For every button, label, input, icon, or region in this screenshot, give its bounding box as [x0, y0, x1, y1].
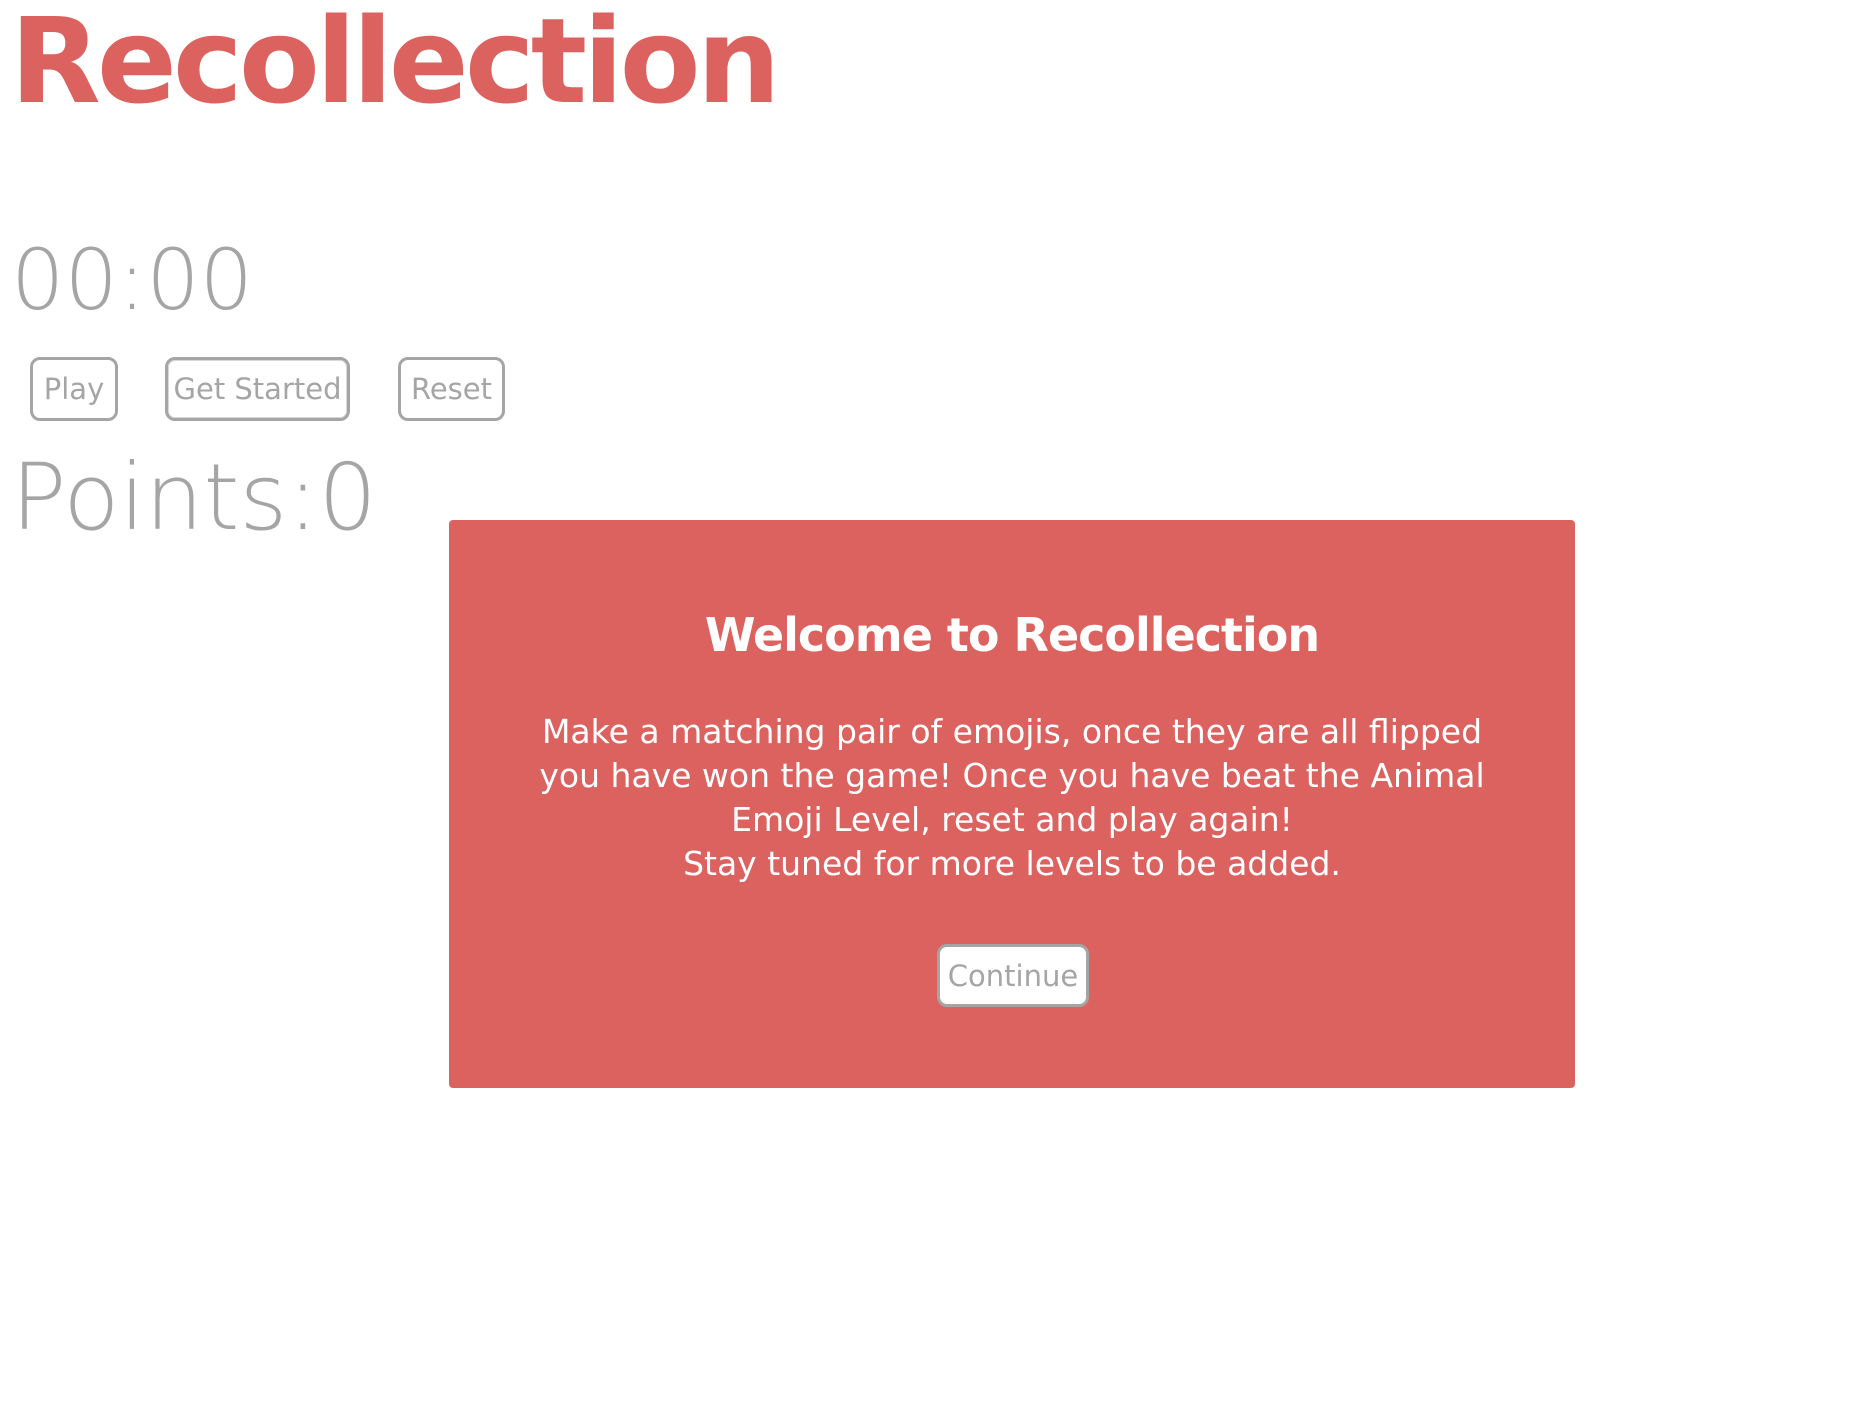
- app-title: Recollection: [10, 0, 781, 130]
- points-label: Points:: [11, 444, 319, 551]
- continue-button[interactable]: Continue: [937, 944, 1089, 1007]
- modal-title: Welcome to Recollection: [704, 608, 1320, 662]
- modal-instructions-line: Make a matching pair of emojis, once the…: [539, 712, 1485, 839]
- game-page: Recollection 00:00 Play Get Started Rese…: [0, 0, 1860, 1420]
- game-timer: 00:00: [11, 231, 254, 329]
- modal-instructions-line: Stay tuned for more levels to be added.: [683, 844, 1341, 883]
- get-started-button[interactable]: Get Started: [165, 357, 350, 421]
- points-value: 0: [318, 444, 377, 551]
- welcome-modal: Welcome to Recollection Make a matching …: [449, 520, 1575, 1088]
- points-display: Points:0: [11, 452, 377, 544]
- play-button[interactable]: Play: [30, 357, 118, 421]
- reset-button[interactable]: Reset: [398, 357, 505, 421]
- modal-instructions: Make a matching pair of emojis, once the…: [519, 710, 1505, 886]
